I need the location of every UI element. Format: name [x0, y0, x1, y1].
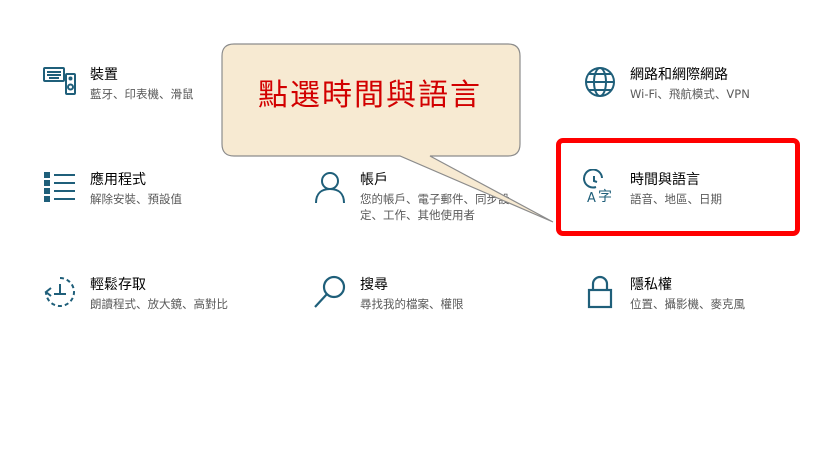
ease-of-access-icon [40, 272, 80, 312]
tile-devices-title: 裝置 [90, 67, 118, 83]
tile-privacy[interactable]: 隱私權 位置、攝影機、麥克風 [580, 272, 820, 332]
person-icon [310, 167, 350, 207]
tile-time-title: 時間與語言 [630, 172, 700, 188]
tile-network[interactable]: 網路和網際網路 Wi-Fi、飛航模式、VPN [580, 62, 820, 122]
tile-accounts[interactable]: 帳戶 您的帳戶、電子郵件、同步設定、工作、其他使用者 [310, 167, 550, 227]
tile-time-language[interactable]: A 字 時間與語言 語音、地區、日期 [580, 167, 820, 227]
tile-apps-title: 應用程式 [90, 172, 146, 188]
tile-accounts-desc: 您的帳戶、電子郵件、同步設定、工作、其他使用者 [360, 192, 510, 222]
tile-ease-desc: 朗讀程式、放大鏡、高對比 [90, 297, 228, 311]
tile-ease-of-access[interactable]: 輕鬆存取 朗讀程式、放大鏡、高對比 [40, 272, 280, 332]
lock-icon [580, 272, 620, 312]
keyboard-speaker-icon [40, 62, 80, 102]
app-list-icon [40, 167, 80, 207]
svg-text:字: 字 [598, 189, 612, 205]
tile-search-desc: 尋找我的檔案、權限 [360, 297, 464, 311]
tile-search[interactable]: 搜尋 尋找我的檔案、權限 [310, 272, 550, 332]
tile-network-desc: Wi-Fi、飛航模式、VPN [630, 87, 750, 101]
tile-search-title: 搜尋 [360, 277, 388, 293]
tile-devices[interactable]: 裝置 藍牙、印表機、滑鼠 [40, 62, 280, 122]
globe-icon [580, 62, 620, 102]
tile-privacy-desc: 位置、攝影機、麥克風 [630, 297, 745, 311]
tile-apps[interactable]: 應用程式 解除安裝、預設值 [40, 167, 280, 227]
time-language-icon: A 字 [580, 167, 620, 207]
tile-devices-desc: 藍牙、印表機、滑鼠 [90, 87, 194, 101]
tile-apps-desc: 解除安裝、預設值 [90, 192, 182, 206]
tile-network-title: 網路和網際網路 [630, 67, 728, 83]
tile-accounts-title: 帳戶 [360, 172, 388, 188]
tile-time-desc: 語音、地區、日期 [630, 192, 722, 206]
tile-privacy-title: 隱私權 [630, 277, 672, 293]
svg-text:A: A [587, 191, 596, 205]
search-icon [310, 272, 350, 312]
tile-ease-title: 輕鬆存取 [90, 277, 146, 293]
